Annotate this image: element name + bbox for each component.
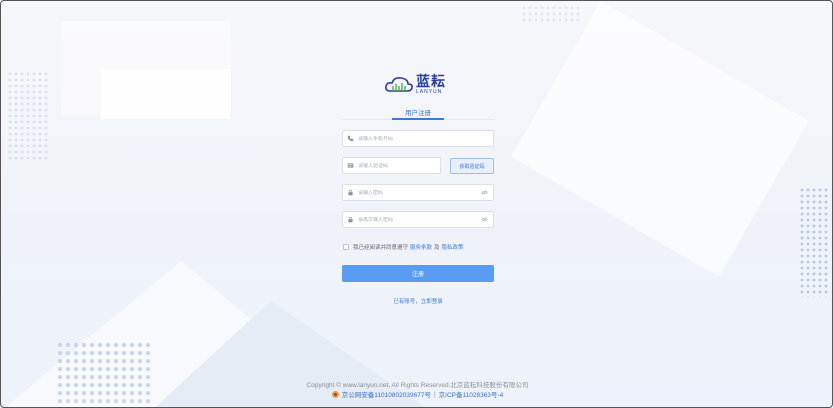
phone-icon (347, 135, 354, 142)
phone-input[interactable] (358, 135, 493, 142)
agreement-row: 我已经阅读并同意遵守 服务条款 及 隐私政策 (343, 243, 466, 251)
message-icon (347, 162, 354, 169)
footer-records: 京公网安备11010802039677号 | 京ICP备11028363号-4 (1, 389, 832, 399)
decor-shape (511, 1, 809, 277)
decor-panel (61, 21, 231, 116)
decor-dots (521, 5, 581, 25)
copyright-text: Copyright © www.lanyun.net, All Rights R… (306, 382, 529, 389)
page-background: 蓝耘 LANYUN 用户注册 获取验证码 我已经阅读并同意遵守 (0, 0, 833, 408)
register-button[interactable]: 注册 (342, 265, 494, 282)
phone-field[interactable] (342, 130, 494, 147)
code-input[interactable] (358, 162, 440, 169)
terms-link[interactable]: 服务条款 (410, 243, 432, 251)
lanyun-logo: 蓝耘 LANYUN (384, 73, 456, 97)
brand-name-en: LANYUN (416, 89, 443, 95)
confirm-password-input[interactable] (358, 216, 493, 223)
lock-icon (347, 216, 354, 223)
police-badge-icon (331, 390, 339, 398)
login-link[interactable]: 已有账号，立即登录 (342, 297, 494, 305)
cloud-logo-icon (385, 77, 413, 92)
lock-icon (347, 189, 354, 196)
password-field[interactable] (342, 184, 494, 201)
decor-dots (7, 71, 49, 163)
decor-dots (799, 187, 829, 297)
code-field[interactable] (342, 157, 441, 174)
footer-separator: | (433, 390, 436, 398)
privacy-link[interactable]: 隐私政策 (442, 243, 464, 251)
brand-name-cn: 蓝耘 (416, 74, 446, 90)
tab-register[interactable]: 用户注册 (392, 107, 444, 117)
hide-password-icon[interactable] (481, 190, 488, 195)
agreement-and: 及 (434, 245, 440, 251)
icp-record-link[interactable]: 京ICP备11028363号-4 (439, 389, 504, 399)
tab-active-indicator (392, 118, 444, 120)
get-code-button[interactable]: 获取验证码 (450, 158, 494, 174)
agreement-checkbox[interactable] (343, 244, 349, 250)
confirm-password-field[interactable] (342, 211, 494, 228)
password-input[interactable] (358, 189, 493, 196)
agreement-text: 我已经阅读并同意遵守 (353, 245, 409, 251)
hide-password-icon[interactable] (481, 217, 488, 222)
police-record-link[interactable]: 京公网安备11010802039677号 (342, 389, 431, 399)
decor-panel (101, 69, 231, 119)
